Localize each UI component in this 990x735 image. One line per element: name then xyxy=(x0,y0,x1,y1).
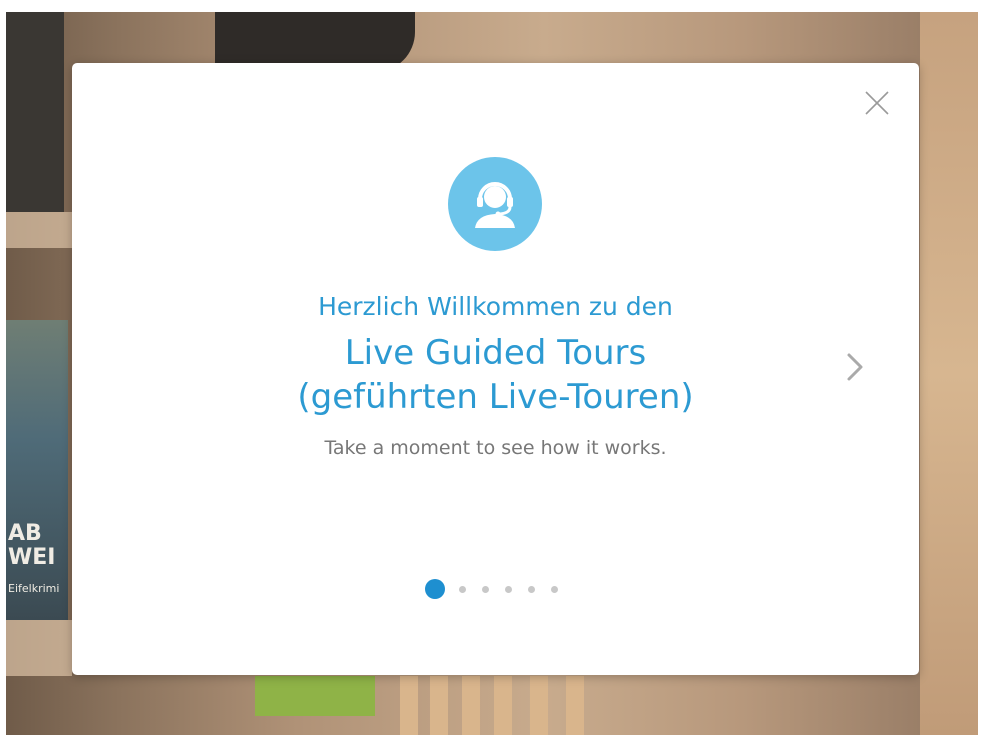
headset-agent-icon xyxy=(448,157,542,251)
book-cover-top xyxy=(6,12,64,212)
pillar xyxy=(430,676,448,735)
welcome-heading: Herzlich Willkommen zu den xyxy=(318,292,673,321)
pagination-dot-1[interactable] xyxy=(425,579,445,599)
book-subtitle-text: Eifelkrimi xyxy=(8,582,60,595)
pillar xyxy=(494,676,512,735)
green-panel xyxy=(255,676,375,716)
welcome-dialog: Herzlich Willkommen zu den Live Guided T… xyxy=(72,63,919,675)
pagination-dots xyxy=(72,577,919,601)
title-line-2: (geführten Live-Touren) xyxy=(297,377,694,417)
frame-right xyxy=(978,0,990,735)
subtitle: Take a moment to see how it works. xyxy=(324,437,667,459)
pillar xyxy=(566,676,584,735)
pagination-dot-6[interactable] xyxy=(551,585,558,593)
close-icon xyxy=(865,91,889,115)
shelf xyxy=(6,620,72,676)
book-cover-bottom xyxy=(6,320,68,620)
pillar xyxy=(462,676,480,735)
chevron-right-icon xyxy=(847,353,863,381)
pagination-dot-5[interactable] xyxy=(528,585,535,593)
pillar xyxy=(400,676,418,735)
book-title-text: WEI xyxy=(8,545,56,570)
frame-top xyxy=(0,0,990,12)
book-title-text: AB xyxy=(8,521,42,546)
pagination-dot-2[interactable] xyxy=(459,585,466,593)
close-button[interactable] xyxy=(861,87,893,119)
pillar xyxy=(530,676,548,735)
page-title: Live Guided Tours (geführten Live-Touren… xyxy=(72,331,919,419)
next-slide-button[interactable] xyxy=(842,347,870,387)
pagination-dot-3[interactable] xyxy=(482,585,489,593)
title-line-1: Live Guided Tours xyxy=(344,333,647,373)
pagination-dot-4[interactable] xyxy=(505,585,512,593)
shelf xyxy=(6,212,72,248)
